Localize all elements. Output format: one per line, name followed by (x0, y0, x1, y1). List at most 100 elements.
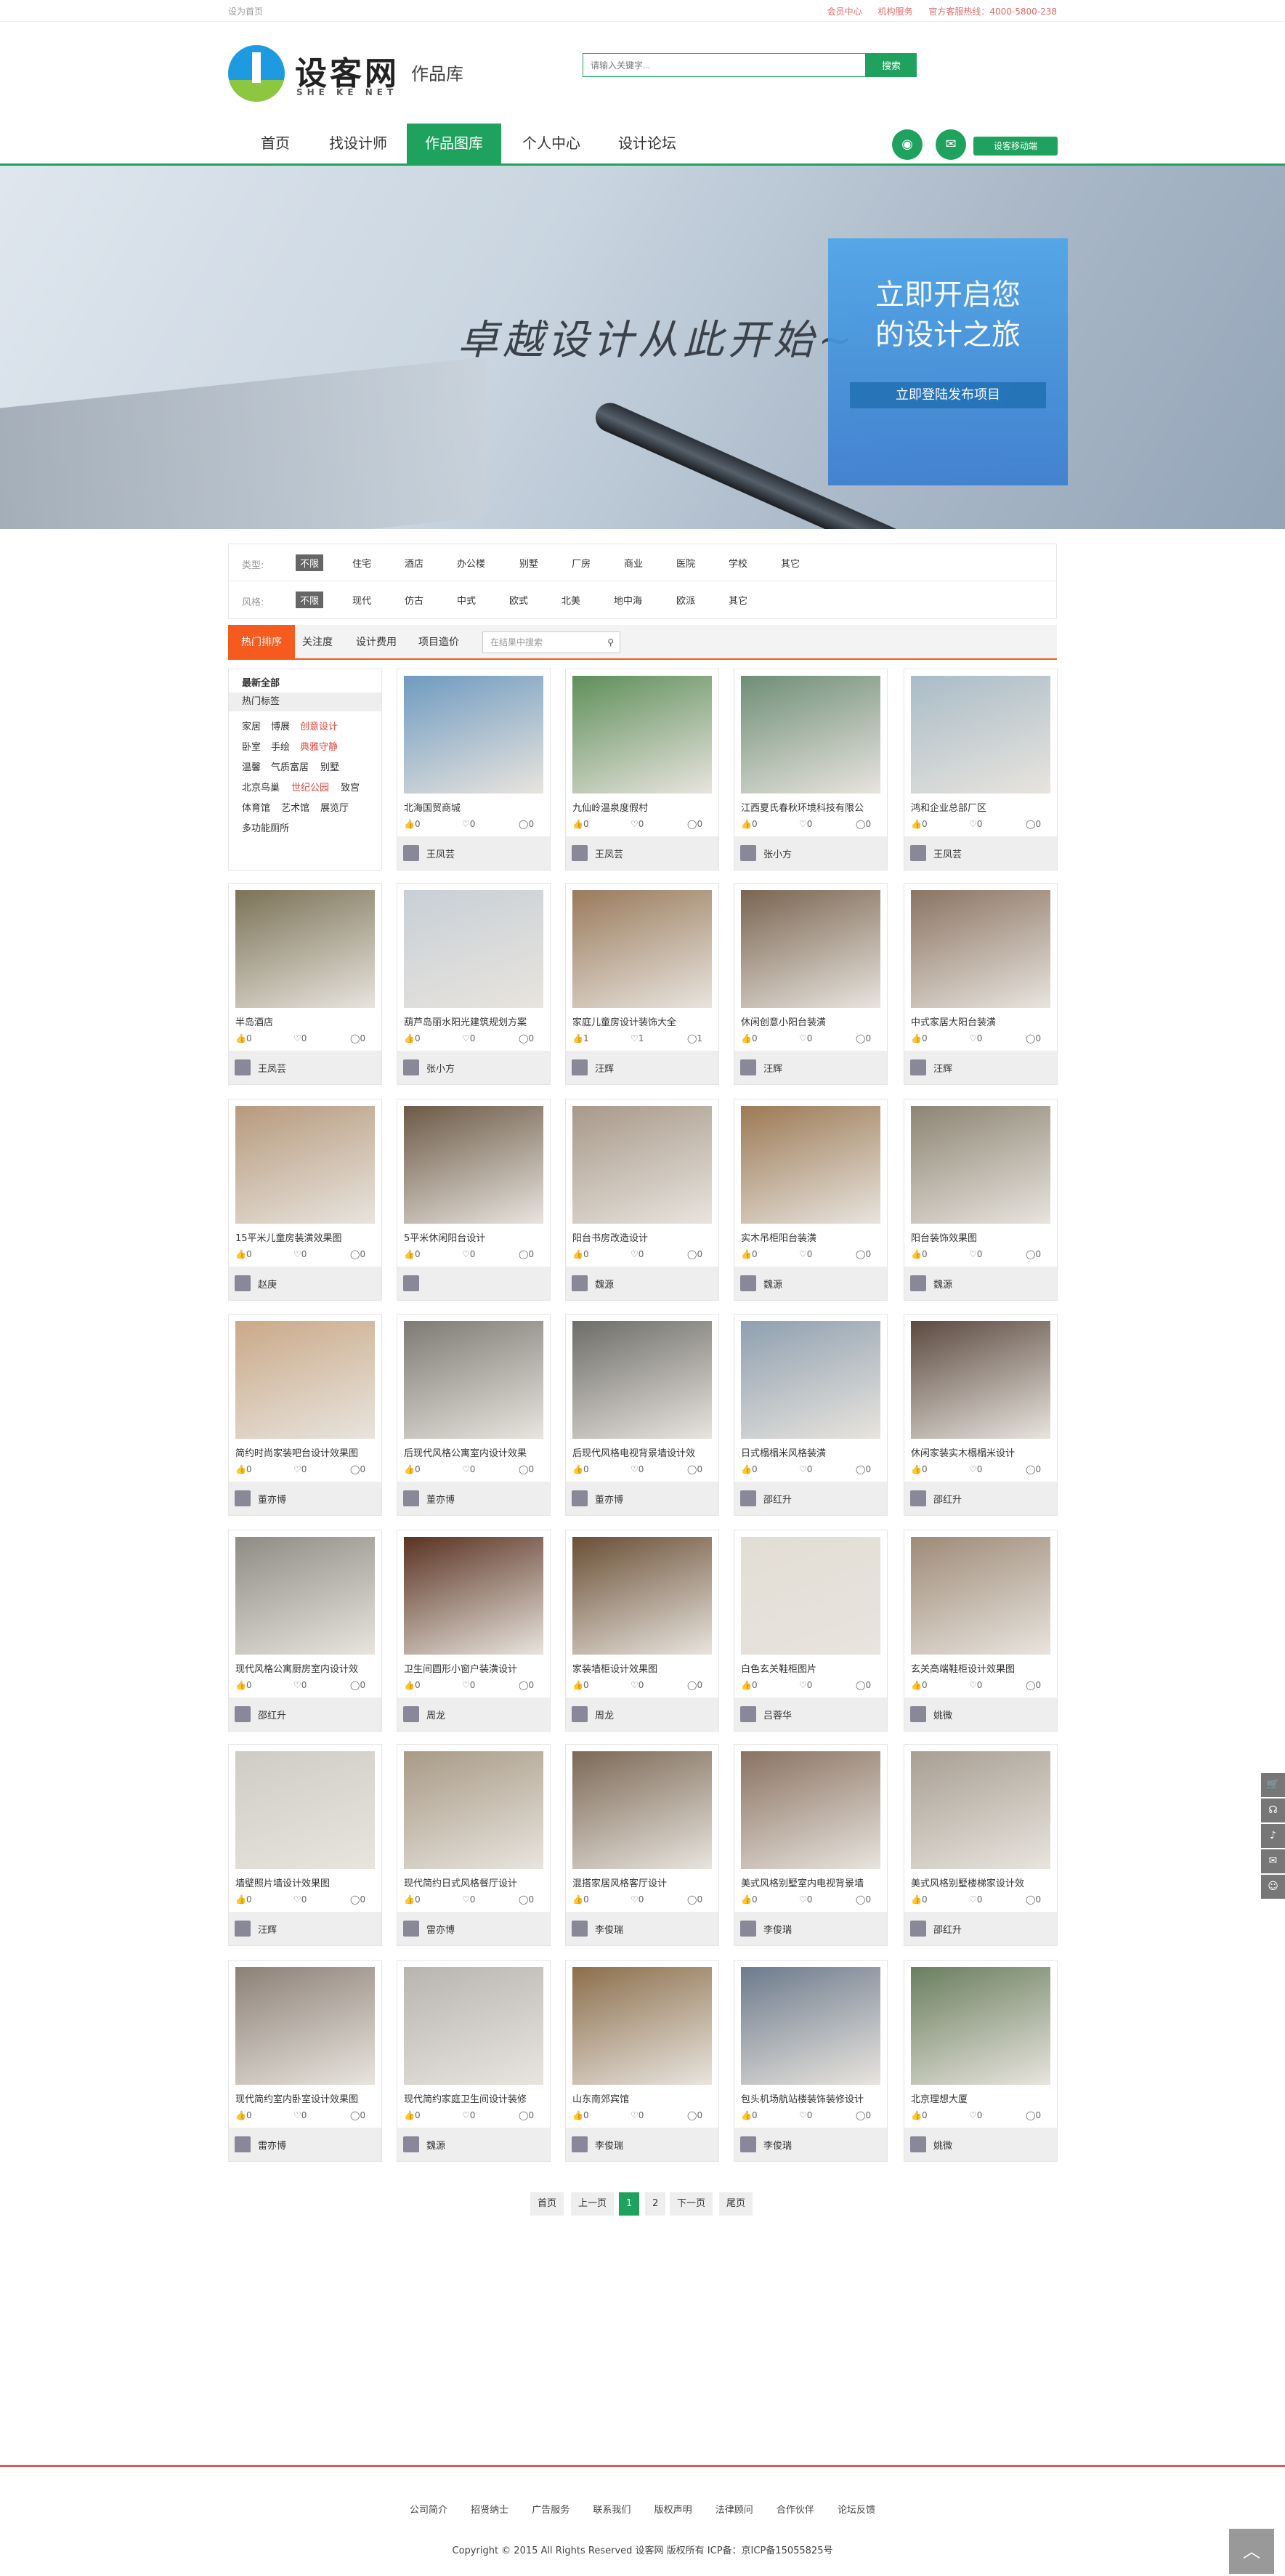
filter-style-option[interactable]: 北美 (562, 593, 580, 607)
avatar[interactable] (910, 2136, 926, 2152)
author-name[interactable]: 雷亦博 (258, 2138, 286, 2152)
favorite-count[interactable]: ♡0 (969, 1894, 982, 1905)
page-prev[interactable]: 上一页 (571, 2192, 615, 2216)
work-card[interactable]: 包头机场航站楼装饰装修设计 👍0 ♡0 ◯0 李俊瑞 (734, 1960, 888, 2162)
comment-count[interactable]: ◯0 (856, 1249, 871, 1259)
mic-icon[interactable]: ♪ (1261, 1824, 1285, 1848)
author-name[interactable]: 董亦博 (258, 1492, 286, 1506)
nav-personal[interactable]: 个人中心 (504, 124, 599, 163)
favorite-count[interactable]: ♡0 (631, 1464, 644, 1474)
work-thumbnail[interactable] (741, 1321, 880, 1439)
work-thumbnail[interactable] (235, 1106, 375, 1224)
filter-style-option[interactable]: 现代 (352, 593, 371, 607)
nav-gallery[interactable]: 作品图库 (407, 124, 501, 163)
work-title[interactable]: 现代简约室内卧室设计效果图 (235, 2091, 375, 2105)
filter-type-option[interactable]: 别墅 (519, 556, 538, 570)
like-count[interactable]: 👍0 (235, 2110, 252, 2120)
work-thumbnail[interactable] (911, 1321, 1050, 1439)
work-title[interactable]: 日式榻榻米风格装潢 (741, 1445, 880, 1459)
work-card[interactable]: 玄关高端鞋柜设计效果图 👍0 ♡0 ◯0 姚微 (904, 1530, 1058, 1732)
tag-link[interactable]: 手绘 (271, 739, 290, 753)
like-count[interactable]: 👍0 (235, 1249, 252, 1259)
like-count[interactable]: 👍0 (404, 1249, 421, 1259)
comment-count[interactable]: ◯0 (687, 1894, 702, 1905)
work-thumbnail[interactable] (741, 1537, 880, 1655)
comment-count[interactable]: ◯0 (1026, 819, 1041, 829)
filter-type-option[interactable]: 不限 (296, 554, 324, 571)
member-center-link[interactable]: 会员中心 (827, 7, 862, 17)
avatar[interactable] (740, 1275, 756, 1291)
avatar[interactable] (403, 1275, 419, 1291)
footer-link[interactable]: 招贤纳士 (471, 2505, 508, 2516)
comment-count[interactable]: ◯0 (519, 1464, 534, 1474)
comment-count[interactable]: ◯0 (350, 1680, 365, 1690)
work-thumbnail[interactable] (911, 1106, 1050, 1224)
favorite-count[interactable]: ♡0 (799, 819, 812, 829)
comment-count[interactable]: ◯0 (350, 2110, 365, 2120)
author-name[interactable]: 李俊瑞 (763, 1922, 792, 1936)
like-count[interactable]: 👍0 (911, 1033, 928, 1043)
avatar[interactable] (910, 1706, 926, 1722)
tag-link[interactable]: 博展 (271, 719, 290, 732)
avatar[interactable] (235, 1706, 251, 1722)
work-card[interactable]: 日式榻榻米风格装潢 👍0 ♡0 ◯0 邵红升 (734, 1314, 888, 1516)
author-name[interactable]: 李俊瑞 (595, 1922, 623, 1936)
work-card[interactable]: 家装墙柜设计效果图 👍0 ♡0 ◯0 周龙 (565, 1530, 719, 1732)
avatar[interactable] (235, 1921, 251, 1937)
tag-link[interactable]: 展览厅 (320, 800, 349, 814)
weibo-icon[interactable]: ◉ (892, 129, 923, 160)
work-card[interactable]: 现代简约家庭卫生间设计装修 👍0 ♡0 ◯0 魏源 (397, 1960, 551, 2162)
author-name[interactable]: 赵庚 (258, 1277, 277, 1291)
work-title[interactable]: 现代简约日式风格餐厅设计 (404, 1876, 543, 1889)
comment-count[interactable]: ◯0 (687, 1464, 702, 1474)
avatar[interactable] (572, 1059, 588, 1075)
avatar[interactable] (235, 1059, 251, 1075)
author-name[interactable]: 姚微 (933, 2138, 952, 2152)
work-card[interactable]: 5平米休闲阳台设计 👍0 ♡0 ◯0 (397, 1099, 551, 1301)
favorite-count[interactable]: ♡0 (293, 1894, 307, 1905)
nav-home[interactable]: 首页 (228, 124, 323, 163)
footer-link[interactable]: 论坛反馈 (838, 2505, 875, 2516)
favorite-count[interactable]: ♡0 (462, 1680, 475, 1690)
work-title[interactable]: 阳台装饰效果图 (911, 1230, 1050, 1244)
like-count[interactable]: 👍0 (235, 1033, 252, 1043)
set-homepage-link[interactable]: 设为首页 (228, 5, 263, 17)
work-title[interactable]: 实木吊柜阳台装潢 (741, 1230, 880, 1244)
filter-type-option[interactable]: 酒店 (405, 556, 423, 570)
comment-count[interactable]: ◯0 (1026, 1249, 1041, 1259)
author-name[interactable]: 汪辉 (258, 1922, 277, 1936)
comment-count[interactable]: ◯0 (856, 1894, 871, 1905)
avatar[interactable] (740, 1490, 756, 1506)
like-count[interactable]: 👍0 (404, 1894, 421, 1905)
filter-type-option[interactable]: 医院 (676, 556, 695, 570)
filter-type-option[interactable]: 厂房 (572, 556, 591, 570)
work-title[interactable]: 九仙岭温泉度假村 (572, 800, 712, 814)
favorite-count[interactable]: ♡0 (969, 819, 982, 829)
org-service-link[interactable]: 机构服务 (878, 7, 913, 17)
work-card[interactable]: 15平米儿童房装潢效果图 👍0 ♡0 ◯0 赵庚 (228, 1099, 382, 1301)
favorite-count[interactable]: ♡0 (969, 1033, 982, 1043)
avatar[interactable] (740, 1706, 756, 1722)
work-title[interactable]: 北京理想大厦 (911, 2091, 1050, 2105)
comment-count[interactable]: ◯0 (519, 1249, 534, 1259)
favorite-count[interactable]: ♡0 (293, 1033, 307, 1043)
avatar[interactable] (403, 1059, 419, 1075)
result-search-input[interactable]: 在结果中搜索 ⚲ (482, 631, 620, 653)
work-title[interactable]: 阳台书房改造设计 (572, 1230, 712, 1244)
filter-style-option[interactable]: 欧式 (509, 593, 528, 607)
author-name[interactable]: 董亦博 (426, 1492, 455, 1506)
avatar[interactable] (403, 1921, 419, 1937)
avatar[interactable] (740, 1921, 756, 1937)
page-1[interactable]: 1 (619, 2192, 640, 2216)
work-thumbnail[interactable] (404, 676, 543, 794)
work-thumbnail[interactable] (741, 676, 880, 794)
comment-count[interactable]: ◯0 (1026, 1680, 1041, 1690)
comment-count[interactable]: ◯0 (856, 1464, 871, 1474)
work-thumbnail[interactable] (235, 1321, 375, 1439)
author-name[interactable]: 李俊瑞 (763, 2138, 792, 2152)
work-title[interactable]: 美式风格别墅室内电视背景墙 (741, 1876, 880, 1889)
work-title[interactable]: 混搭家居风格客厅设计 (572, 1876, 712, 1889)
avatar[interactable] (403, 845, 419, 861)
like-count[interactable]: 👍0 (572, 1894, 589, 1905)
filter-style-option[interactable]: 欧派 (676, 593, 695, 607)
